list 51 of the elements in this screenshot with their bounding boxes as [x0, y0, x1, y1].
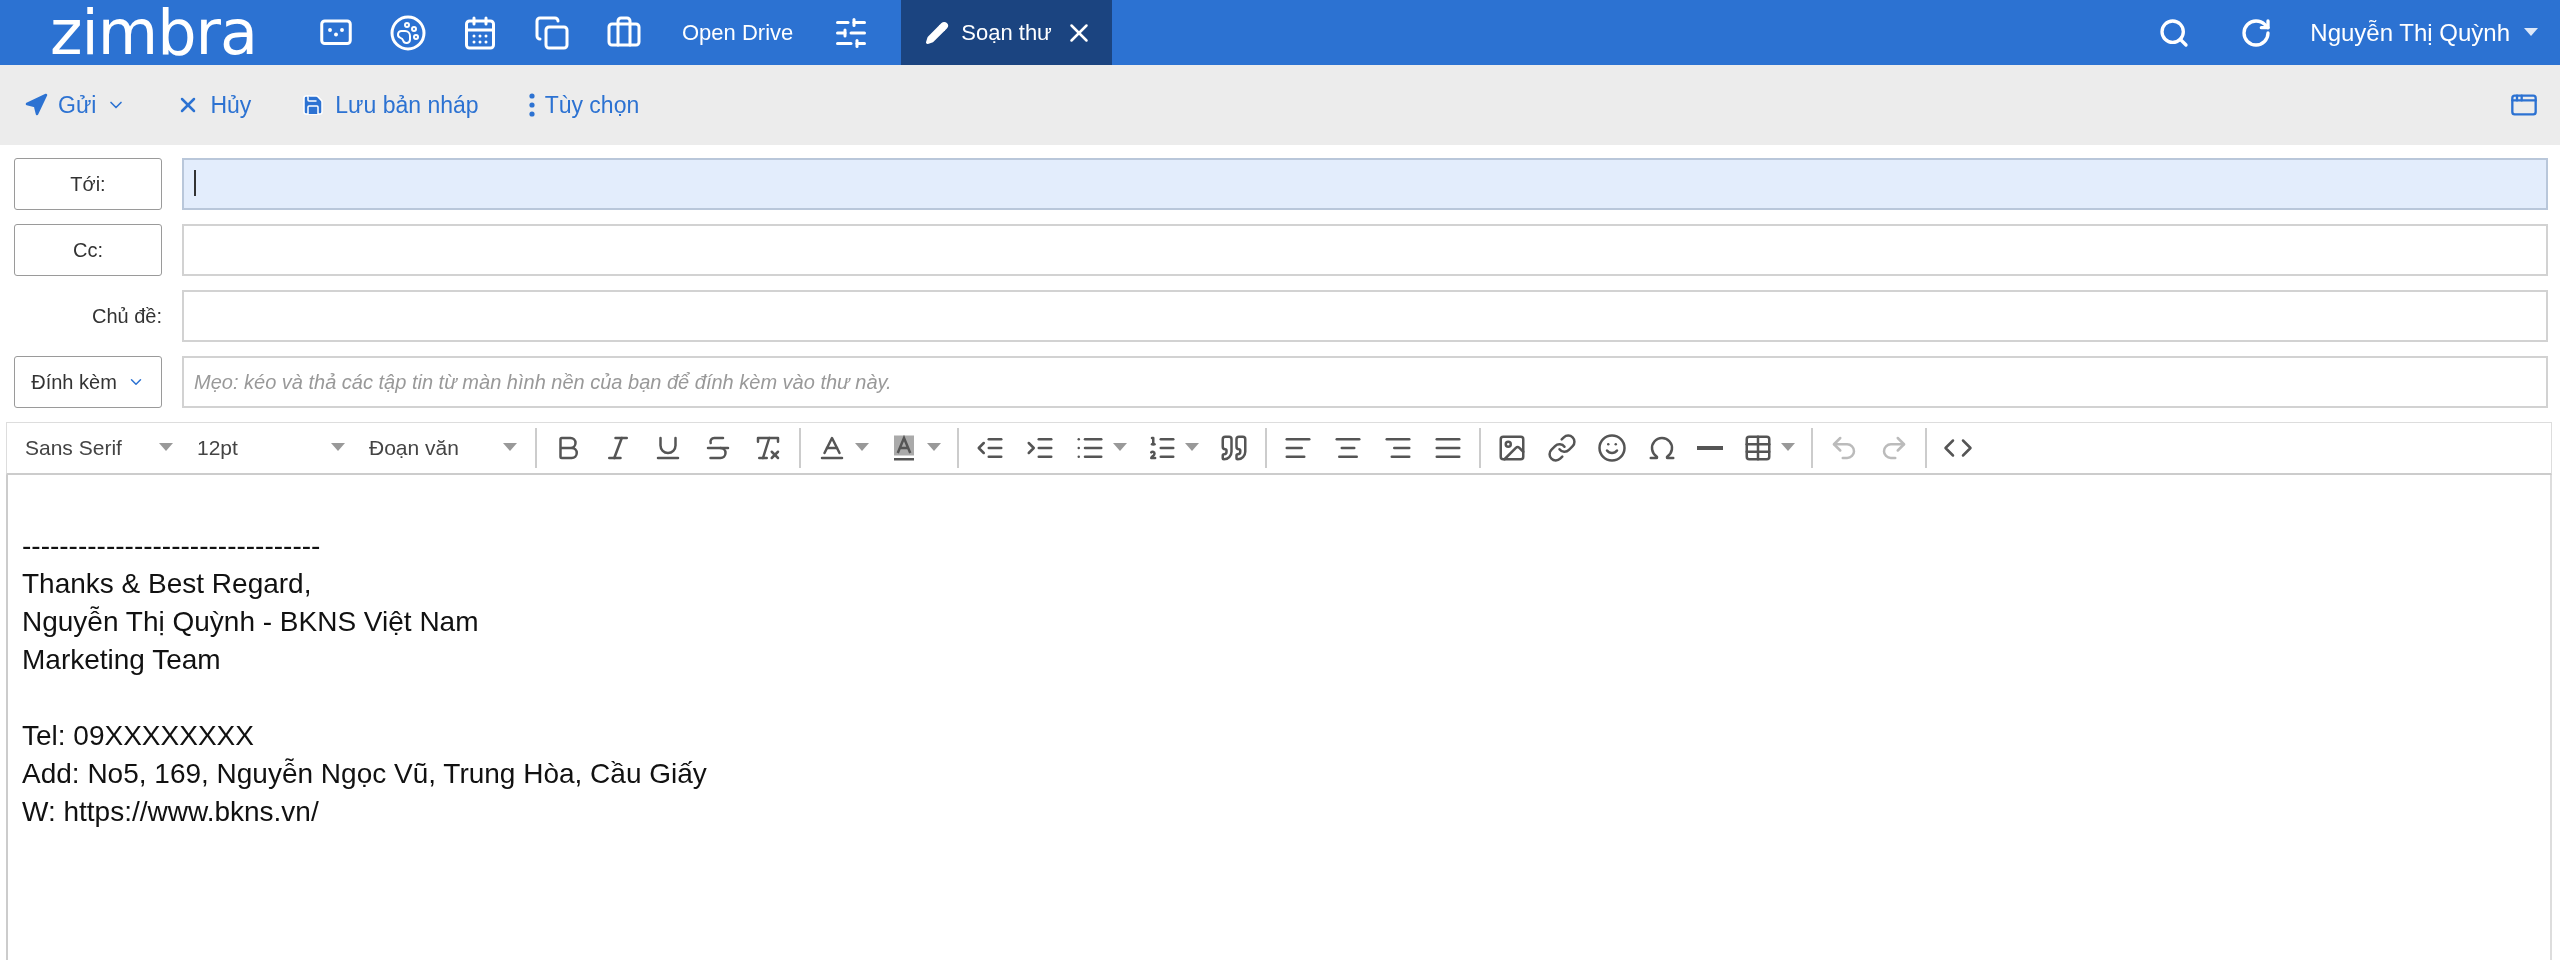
caret-icon [503, 443, 517, 453]
input-field[interactable] [182, 158, 2548, 210]
attachment-hint-field[interactable]: Mẹo: kéo và thả các tập tin từ màn hình nền của bạn để đính kèm vào thư này. [182, 356, 2548, 408]
paw-icon[interactable] [390, 14, 426, 51]
address-button[interactable]: Tới: [14, 158, 162, 210]
signature-line: -------------------------------- [22, 529, 322, 563]
signature-line: Add: No5, 169, Nguyễn Ngọc Vũ, Trung Hòa, Cầu Giấy [22, 757, 708, 791]
attach-button[interactable]: Đính kèm [14, 356, 162, 408]
caret-icon [855, 443, 869, 453]
caret-icon [331, 443, 345, 453]
image-icon [1497, 433, 1527, 463]
address-button[interactable]: Cc: [14, 224, 162, 276]
table-icon [1743, 433, 1773, 463]
calendar-icon[interactable] [462, 14, 498, 51]
caret-icon [1113, 443, 1127, 453]
editor-dropdown[interactable]: 12pt [185, 426, 357, 470]
message-body[interactable]: -------------------------------- Thanks & Best Regard, Nguyễn Thị Quỳnh - BKNS Việt Nam Marketing Team Tel: 09XXXXXXXX Add: No5, 169, Nguyễn Ngọc Vũ, Trung Hòa, Cầu Giấy W: https://www.bkns.vn/ [6, 475, 2552, 960]
editor-dropdown[interactable]: Sans Serif [13, 426, 185, 470]
more-icon [528, 93, 535, 117]
field-label: Chủ đề: [90, 304, 162, 328]
compose-tab[interactable]: Soạn thư [901, 0, 1112, 65]
link-icon [1547, 433, 1577, 463]
save-icon [301, 93, 326, 117]
zimbra-logo[interactable]: zimbra [50, 0, 300, 65]
caret-icon [1185, 443, 1199, 453]
smiley-icon [1597, 433, 1627, 463]
signature-line: Tel: 09XXXXXXXX [22, 719, 255, 753]
send-icon [24, 93, 48, 117]
caret-icon [1781, 443, 1795, 453]
input-field[interactable] [182, 224, 2548, 276]
caret-icon [2524, 27, 2538, 38]
nav-link[interactable]: Open Drive [660, 0, 816, 65]
input-field[interactable] [182, 290, 2548, 342]
tasks-icon[interactable] [534, 14, 570, 51]
editor-dropdown[interactable]: Đoạn văn [357, 426, 529, 470]
search-icon[interactable] [2158, 16, 2191, 49]
signature-line: Marketing Team [22, 643, 222, 677]
pencil-icon [925, 20, 950, 45]
signature-line: Thanks & Best Regard, [22, 567, 313, 601]
refresh-icon[interactable] [2240, 16, 2273, 49]
signature-line: W: https://www.bkns.vn/ [22, 795, 320, 829]
quote-icon [1219, 433, 1249, 463]
toolbar-button[interactable]: Tùy chọn [528, 91, 640, 119]
caret-icon [927, 443, 941, 453]
signature-line: Nguyễn Thị Quỳnh - BKNS Việt Nam [22, 605, 480, 639]
toolbar-button[interactable]: Hủy [176, 91, 252, 119]
caret-icon [159, 443, 173, 453]
tab-label: Soạn thư [961, 19, 1052, 46]
user-menu[interactable]: Nguyễn Thị Quỳnh [2310, 18, 2538, 47]
toolbar-button[interactable]: Lưu bản nháp [301, 91, 479, 119]
toolbar-button[interactable]: Gửi [24, 91, 127, 119]
